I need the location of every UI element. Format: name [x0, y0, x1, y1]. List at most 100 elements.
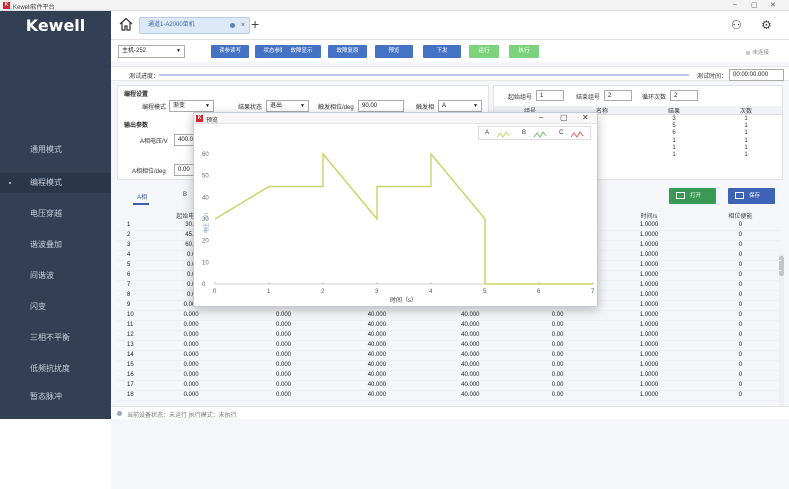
- sidebar-item[interactable]: 谐波叠加: [0, 235, 111, 255]
- chevron-down-icon: ▼: [473, 103, 478, 109]
- table-row[interactable]: 18 0.000 0.000 40.000 40.000 0.00 1.0000 0: [117, 390, 781, 401]
- connection-status-text: 未连接: [752, 50, 769, 56]
- column-header: 相位便能: [728, 213, 753, 220]
- sidebar-item-label: 暂态脉冲: [30, 392, 62, 401]
- dialog-minimize-button[interactable]: –: [539, 113, 543, 122]
- table-cell: 5: [117, 260, 146, 271]
- table-row[interactable]: 14 0.000 0.000 40.000 40.000 0.00 1.0000 0: [117, 350, 781, 361]
- end-group-field[interactable]: 2: [604, 90, 632, 101]
- sidebar-item[interactable]: 电压穿越: [0, 204, 111, 224]
- trigger-phase-field[interactable]: 90.00: [358, 100, 404, 112]
- active-tab-indicator: [133, 203, 149, 205]
- connection-status: 未连接: [746, 48, 769, 56]
- tab-phase-b[interactable]: B: [183, 192, 187, 198]
- sidebar-item[interactable]: 暂态脉冲: [0, 387, 111, 407]
- sidebar-item[interactable]: 三相不平衡: [0, 328, 111, 348]
- sidebar-item-label: 低频抗扰度: [30, 364, 70, 373]
- table-row[interactable]: 13 0.000 0.000 40.000 40.000 0.00 1.0000 0: [117, 340, 781, 351]
- table-cell: 0.000: [145, 350, 237, 361]
- table-cell: 16: [117, 370, 146, 381]
- device-settings-icon[interactable]: ⚙: [761, 18, 772, 32]
- open-button[interactable]: 打开: [669, 188, 716, 204]
- toolbar-button[interactable]: 执行: [509, 45, 539, 58]
- tab-phase-a[interactable]: A相: [137, 192, 147, 201]
- table-cell: 40.000: [423, 390, 518, 401]
- chevron-down-icon: ▼: [205, 103, 210, 109]
- toolbar-button[interactable]: 故障复原: [328, 45, 367, 58]
- active-marker-icon: [9, 182, 11, 184]
- toolbar-button[interactable]: 下发: [423, 45, 461, 58]
- home-icon[interactable]: [119, 17, 133, 31]
- device-select[interactable]: 主机-252 ▼: [118, 45, 185, 58]
- table-row[interactable]: 12 0.000 0.000 40.000 40.000 0.00 1.0000 0: [117, 330, 781, 341]
- table-cell: 40.000: [423, 310, 518, 321]
- mode-select[interactable]: 渐变 ▼: [169, 100, 214, 112]
- minimize-button[interactable]: –: [733, 1, 737, 8]
- test-time-field[interactable]: 00:00:00.000: [729, 69, 784, 81]
- sidebar-item-label: 谐波叠加: [30, 240, 62, 249]
- table-cell: 0.00: [517, 390, 599, 401]
- table-cell: 40.000: [423, 330, 518, 341]
- toolbar-button[interactable]: 预览: [375, 45, 413, 58]
- sidebar-item[interactable]: 通用模式: [0, 140, 111, 160]
- x-tick-label: 2: [321, 289, 325, 295]
- table-cell: 5: [672, 122, 676, 129]
- table-cell: 18: [117, 390, 146, 401]
- column-header: 时间/s: [640, 213, 658, 220]
- table-row[interactable]: 16 0.000 0.000 40.000 40.000 0.00 1.0000 0: [117, 370, 781, 381]
- table-cell: 0.000: [236, 310, 331, 321]
- table-row[interactable]: 15 0.000 0.000 40.000 40.000 0.00 1.0000 0: [117, 360, 781, 371]
- table-cell: 15: [117, 360, 146, 371]
- table-cell: 6: [672, 130, 676, 137]
- table-cell: 0.00: [517, 360, 599, 371]
- table-cell: 0: [699, 390, 781, 401]
- table-cell: 0: [699, 270, 781, 281]
- sidebar-item[interactable]: 间谐波: [0, 266, 111, 286]
- sidebar-item[interactable]: 编程模式: [0, 173, 111, 193]
- sidebar-item[interactable]: 低频抗扰度: [0, 359, 111, 379]
- table-cell: 1.0000: [598, 370, 700, 381]
- trigger-select[interactable]: A ▼: [438, 100, 482, 112]
- progress-row: 测试进度： 测试时间： 00:00:00.000: [111, 66, 789, 81]
- table-cell: 0: [699, 220, 781, 231]
- table-cell: 8: [117, 290, 146, 301]
- table-row[interactable]: 11 0.000 0.000 40.000 40.000 0.00 1.0000 0: [117, 320, 781, 331]
- tab-label: 通道1-A2000单机: [148, 22, 195, 28]
- close-tab-icon[interactable]: ×: [241, 18, 245, 33]
- toolbar-button[interactable]: 故障显示: [282, 45, 321, 58]
- table-cell: 0.00: [517, 350, 599, 361]
- loop-count-field[interactable]: 2: [670, 90, 698, 101]
- maximize-button[interactable]: ▢: [751, 1, 758, 9]
- mode-label: 编程模式: [142, 105, 167, 111]
- tab-channel-1[interactable]: 通道1-A2000单机 ×: [139, 17, 250, 34]
- dialog-maximize-button[interactable]: ▢: [560, 113, 568, 122]
- table-cell: 0.000: [145, 330, 237, 341]
- table-row[interactable]: 10 0.000 0.000 40.000 40.000 0.00 1.0000 0: [117, 310, 781, 321]
- table-cell: 1: [672, 144, 676, 151]
- toolbar-button[interactable]: 读参读写: [211, 45, 249, 58]
- start-group-field[interactable]: 1: [536, 90, 564, 101]
- table-cell: 0: [699, 260, 781, 271]
- toolbar-button[interactable]: 运行: [469, 45, 499, 58]
- table-cell: 0.000: [236, 320, 331, 331]
- section-program-settings: 编程设置: [124, 92, 149, 98]
- table-cell: 0: [699, 300, 781, 311]
- sidebar-item[interactable]: 闪变: [0, 297, 111, 317]
- footer-status: 当前设备状态：未运行 执行模式：未执行: [127, 413, 237, 419]
- x-tick-label: 5: [483, 289, 487, 295]
- y-axis-label: 电压（V）: [203, 210, 210, 233]
- chevron-down-icon: ▼: [300, 103, 305, 109]
- table-cell: 0: [699, 330, 781, 341]
- close-button[interactable]: ✕: [770, 1, 776, 9]
- table-row[interactable]: 17 0.000 0.000 40.000 40.000 0.00 1.0000 0: [117, 380, 781, 391]
- section-output-params: 输出参数: [124, 123, 149, 129]
- a-phase-label: A相相位/deg: [132, 169, 166, 175]
- dialog-close-button[interactable]: ✕: [582, 113, 589, 122]
- save-button[interactable]: 保存: [728, 188, 775, 204]
- end-state-select[interactable]: 退出 ▼: [266, 100, 309, 112]
- x-tick-label: 7: [591, 289, 595, 295]
- add-tab-button[interactable]: +: [251, 16, 259, 32]
- preview-chart: 01020304050600 1 2 3 4 5 6 7时间（s）电压（V）: [202, 152, 595, 304]
- user-settings-icon[interactable]: ⚇: [731, 18, 742, 32]
- table-cell: 12: [117, 330, 146, 341]
